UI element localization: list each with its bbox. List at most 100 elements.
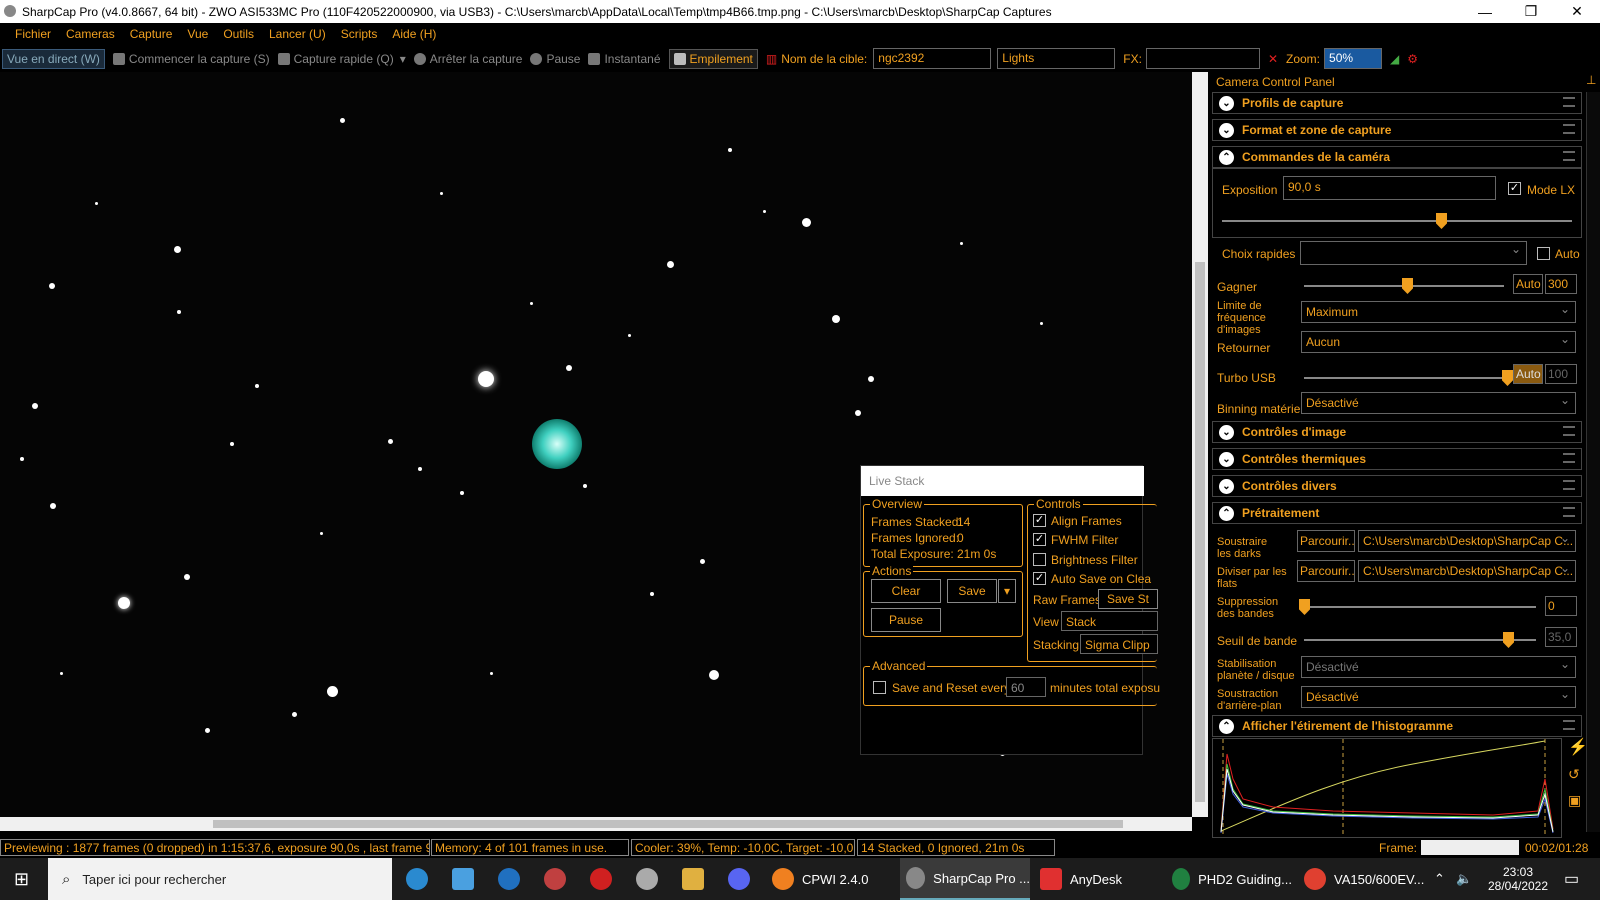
taskbar-app-sharpcap[interactable]: SharpCap Pro ... — [900, 858, 1030, 900]
darks-path-select[interactable]: C:\Users\marcb\Desktop\SharpCap C... — [1358, 530, 1576, 552]
snapshot-button[interactable]: Instantané — [588, 52, 661, 66]
save-dropdown-icon[interactable]: ▾ — [998, 579, 1016, 603]
section-misc-controls[interactable]: ⌄ Contrôles divers — [1212, 475, 1582, 497]
section-format[interactable]: ⌄ Format et zone de capture — [1212, 119, 1582, 141]
menu-icon[interactable] — [1563, 507, 1575, 517]
banding-suppression-thumb[interactable] — [1299, 599, 1310, 615]
flip-select[interactable]: Aucun — [1301, 331, 1576, 353]
clock[interactable]: 23:03 28/04/2022 — [1482, 858, 1554, 900]
raw-frames-save-button[interactable]: Save St — [1098, 589, 1158, 609]
auto-save-checkbox[interactable]: ✓ — [1033, 572, 1046, 585]
banding-suppression-slider[interactable] — [1304, 606, 1536, 608]
section-capture-profiles[interactable]: ⌄ Profils de capture — [1212, 92, 1582, 114]
panel-scrollbar[interactable] — [1586, 92, 1600, 832]
menu-aide[interactable]: Aide (H) — [392, 27, 436, 41]
app-icon-2[interactable] — [452, 858, 482, 900]
save-icon[interactable]: ▣ — [1568, 793, 1581, 807]
turbo-usb-slider-thumb[interactable] — [1502, 370, 1513, 386]
stacking-select[interactable]: Sigma Clipp — [1080, 634, 1158, 654]
pin-icon[interactable]: ⊥ — [1586, 74, 1596, 86]
quick-capture-button[interactable]: Capture rapide (Q) ▾ — [277, 52, 406, 66]
auto-stretch-icon[interactable]: ⚡ — [1568, 740, 1588, 756]
section-image-controls[interactable]: ⌄ Contrôles d'image — [1212, 421, 1582, 443]
menu-scripts[interactable]: Scripts — [341, 27, 378, 41]
menu-icon[interactable] — [1563, 426, 1575, 436]
taskbar-app-anydesk[interactable]: AnyDesk — [1040, 858, 1160, 900]
vertical-scrollbar[interactable] — [1192, 72, 1208, 817]
settings-icon[interactable]: ⚙ — [1407, 52, 1418, 66]
menu-outils[interactable]: Outils — [223, 27, 254, 41]
menu-fichier[interactable]: Fichier — [15, 27, 51, 41]
reticle-icon[interactable]: ✕ — [1268, 52, 1278, 66]
band-threshold-thumb[interactable] — [1503, 632, 1514, 648]
align-frames-checkbox[interactable]: ✓ — [1033, 514, 1046, 527]
maximize-button[interactable]: ❐ — [1508, 0, 1554, 23]
fwhm-filter-checkbox[interactable]: ✓ — [1033, 533, 1046, 546]
app-icon-5[interactable] — [590, 858, 620, 900]
pause-button[interactable]: Pause — [530, 52, 580, 66]
view-select[interactable]: Stack — [1061, 611, 1158, 631]
save-button[interactable]: Save — [947, 579, 997, 603]
section-preprocessing[interactable]: ⌃ Prétraitement — [1212, 502, 1582, 524]
stop-capture-button[interactable]: Arrêter la capture — [413, 52, 522, 66]
histogram-icon[interactable]: ◢ — [1390, 52, 1399, 66]
quick-choice-select[interactable] — [1300, 241, 1527, 265]
taskbar-app-cpwi[interactable]: CPWI 2.4.0 — [772, 858, 892, 900]
app-icon-3[interactable] — [498, 858, 528, 900]
turbo-usb-slider[interactable] — [1304, 377, 1504, 379]
menu-icon[interactable] — [1563, 124, 1575, 134]
gain-input[interactable]: 300 — [1545, 274, 1577, 294]
notifications-icon[interactable]: ▭ — [1564, 858, 1579, 900]
section-histogram-stretch[interactable]: ⌃ Afficher l'étirement de l'histogramme — [1212, 715, 1582, 737]
reset-minutes-input[interactable]: 60 — [1006, 677, 1046, 697]
stack-pause-button[interactable]: Pause — [871, 608, 941, 632]
exposure-input[interactable]: 90,0 s — [1283, 176, 1496, 200]
menu-icon[interactable] — [1563, 151, 1575, 161]
edge-icon[interactable] — [406, 858, 436, 900]
darks-browse-button[interactable]: Parcourir... — [1297, 530, 1355, 552]
band-threshold-slider[interactable] — [1304, 639, 1536, 641]
app-icon-4[interactable] — [544, 858, 574, 900]
menu-lancer[interactable]: Lancer (U) — [269, 27, 326, 41]
taskbar-app-phd2[interactable]: PHD2 Guiding... — [1172, 858, 1292, 900]
search-box[interactable]: ⌕ Taper ici pour rechercher — [48, 858, 392, 900]
discord-icon[interactable] — [728, 858, 758, 900]
frame-type-select[interactable]: Lights — [997, 48, 1116, 69]
gain-slider-thumb[interactable] — [1402, 278, 1413, 294]
lx-mode-checkbox[interactable]: ✓ — [1508, 182, 1521, 195]
zoom-select[interactable]: 50% — [1324, 48, 1383, 69]
stacking-button[interactable]: Empilement — [668, 48, 758, 69]
gain-auto-button[interactable]: Auto — [1513, 274, 1543, 294]
menu-icon[interactable] — [1563, 480, 1575, 490]
section-thermal-controls[interactable]: ⌄ Contrôles thermiques — [1212, 448, 1582, 470]
volume-icon[interactable]: 🔈 — [1456, 858, 1472, 900]
quick-auto-checkbox[interactable] — [1537, 247, 1550, 260]
bg-subtraction-select[interactable]: Désactivé — [1301, 686, 1576, 708]
turbo-usb-input[interactable]: 100 — [1545, 364, 1577, 384]
chevron-down-icon[interactable]: ▾ — [400, 52, 406, 66]
stabilization-select[interactable]: Désactivé — [1301, 656, 1576, 678]
fps-limit-select[interactable]: Maximum — [1301, 301, 1576, 323]
minimize-button[interactable]: — — [1462, 0, 1508, 23]
close-button[interactable]: ✕ — [1554, 0, 1600, 23]
target-name-input[interactable]: ngc2392 — [873, 48, 992, 69]
exposure-slider[interactable] — [1222, 220, 1572, 222]
menu-icon[interactable] — [1563, 453, 1575, 463]
menu-vue[interactable]: Vue — [187, 27, 208, 41]
app-icon-6[interactable] — [636, 858, 666, 900]
menu-icon[interactable] — [1563, 720, 1575, 730]
section-camera-controls[interactable]: ⌃ Commandes de la caméra — [1212, 146, 1582, 168]
histogram-display[interactable] — [1212, 738, 1562, 838]
fx-select[interactable] — [1145, 48, 1260, 69]
horizontal-scrollbar[interactable] — [0, 817, 1192, 831]
flats-browse-button[interactable]: Parcourir... — [1297, 560, 1355, 582]
menu-cameras[interactable]: Cameras — [66, 27, 115, 41]
turbo-usb-auto-button[interactable]: Auto — [1513, 364, 1543, 384]
live-view-button[interactable]: Vue en direct (W) — [2, 48, 105, 69]
banding-suppression-input[interactable]: 0 — [1545, 596, 1577, 616]
reset-icon[interactable]: ↺ — [1568, 767, 1580, 781]
windows-start-icon[interactable]: ⊞ — [14, 858, 29, 900]
clear-button[interactable]: Clear — [871, 579, 941, 603]
file-explorer-icon[interactable] — [682, 858, 712, 900]
band-threshold-input[interactable]: 35,0 — [1545, 627, 1577, 647]
